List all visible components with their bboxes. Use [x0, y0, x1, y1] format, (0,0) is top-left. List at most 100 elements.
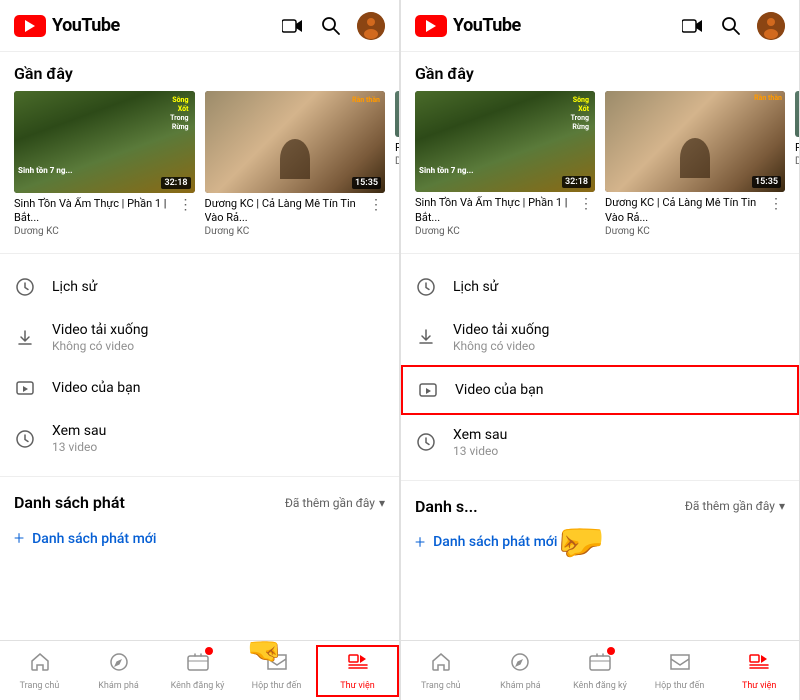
left-logo-text: YouTube: [52, 15, 120, 36]
left-camera-icon[interactable]: [281, 14, 305, 38]
right-nav-explore[interactable]: Khám phá: [481, 645, 561, 697]
right-menu-section: Lịch sử Video tải xuống Không có video: [401, 260, 799, 474]
right-video-1[interactable]: Sông Xốt Trong Rừng Sinh tồn 7 ng... 32:…: [415, 91, 595, 237]
right-download-text: Video tải xuống Không có video: [453, 322, 785, 353]
left-menu-history[interactable]: Lịch sử: [0, 264, 399, 310]
left-bottom-nav: Trang chủ Khám phá Kênh đăng ký: [0, 640, 399, 700]
left-recent-title: Gần đây: [0, 52, 399, 91]
left-nav-inbox[interactable]: Hộp thư đến 🤜: [237, 645, 316, 697]
right-playlist-title: Danh s...: [415, 497, 478, 516]
left-your-videos-icon: [14, 377, 36, 399]
left-avatar[interactable]: [357, 12, 385, 40]
right-menu-history[interactable]: Lịch sử: [401, 264, 799, 310]
left-nav-home[interactable]: Trang chủ: [0, 645, 79, 697]
right-video-2[interactable]: Rần thần 15:35 Dương KC | Cả Làng Mê Tín…: [605, 91, 785, 237]
right-download-icon: [415, 326, 437, 348]
right-nav-library[interactable]: Thư viện: [719, 645, 799, 697]
left-watch-later-icon: [14, 428, 36, 450]
right-menu-your-videos[interactable]: Video của bạn: [401, 365, 799, 415]
right-video3-title: Ph...: [795, 141, 799, 155]
left-playlist-sort[interactable]: Đã thêm gần đây ▾: [285, 496, 385, 510]
left-subscriptions-icon: [187, 651, 209, 678]
left-menu-download[interactable]: Video tải xuống Không có video: [0, 310, 399, 365]
right-video2-title: Dương KC | Cả Làng Mê Tín Tin Vào Rả...: [605, 196, 767, 225]
right-home-icon: [430, 651, 452, 678]
left-logo: YouTube: [14, 15, 120, 37]
left-download-icon: [14, 327, 36, 349]
right-inbox-icon: [669, 651, 691, 678]
right-video2-duration: 15:35: [752, 176, 781, 188]
right-camera-icon[interactable]: [681, 14, 705, 38]
left-nav-library[interactable]: Thư viện: [316, 645, 399, 697]
left-watch-later-text: Xem sau 13 video: [52, 423, 385, 454]
left-nav-inbox-label: Hộp thư đến: [252, 681, 302, 691]
left-logo-icon: [14, 15, 46, 37]
right-logo-text: YouTube: [453, 15, 521, 36]
left-nav-subscriptions[interactable]: Kênh đăng ký: [158, 645, 237, 697]
right-nav-home[interactable]: Trang chủ: [401, 645, 481, 697]
left-video-2[interactable]: Rần thần Rần thần 15:35 Dươ: [205, 91, 386, 237]
right-playlist-sort[interactable]: Đã thêm gần đây ▾: [685, 499, 785, 513]
left-nav-explore[interactable]: Khám phá: [79, 645, 158, 697]
right-header: YouTube: [401, 0, 799, 52]
right-playlist-header: Danh s... Đã thêm gần đây ▾: [401, 487, 799, 524]
right-video-3[interactable]: Chau Dũng Bắt Ph... Duro: [795, 91, 799, 237]
right-menu-watch-later[interactable]: Xem sau 13 video: [401, 415, 799, 470]
right-menu-download[interactable]: Video tải xuống Không có video: [401, 310, 799, 365]
right-nav-subscriptions[interactable]: Kênh đăng ký: [560, 645, 640, 697]
right-your-videos-text: Video của bạn: [455, 382, 783, 398]
left-video2-title: Dương KC | Cả Làng Mê Tín Tin Vào Rả...: [205, 197, 368, 226]
right-nav-inbox[interactable]: Hộp thư đến: [640, 645, 720, 697]
right-playlist-new[interactable]: + Danh sách phát mới: [401, 524, 799, 569]
left-nav-explore-label: Khám phá: [98, 681, 139, 691]
right-search-icon[interactable]: [719, 14, 743, 38]
left-menu-watch-later[interactable]: Xem sau 13 video: [0, 411, 399, 466]
left-nav-subscriptions-label: Kênh đăng ký: [171, 681, 225, 691]
left-inbox-icon: [266, 651, 288, 678]
left-header: YouTube: [0, 0, 399, 52]
left-video-3[interactable]: Chau Dũng Bắt Ph... Duro: [395, 91, 399, 237]
left-header-icons: [281, 12, 385, 40]
left-home-icon: [29, 651, 51, 678]
right-videos-row: Sông Xốt Trong Rừng Sinh tồn 7 ng... 32:…: [401, 91, 799, 247]
right-subscriptions-icon: [589, 651, 611, 678]
right-nav-subscriptions-label: Kênh đăng ký: [573, 681, 627, 691]
right-explore-icon: [509, 651, 531, 678]
right-panel: YouTube: [400, 0, 800, 700]
left-search-icon[interactable]: [319, 14, 343, 38]
left-menu-section: Lịch sử Video tải xuống Không có video: [0, 260, 399, 470]
right-logo: YouTube: [415, 15, 521, 37]
right-video1-menu[interactable]: ⋮: [577, 196, 595, 237]
right-plus-icon: +: [415, 532, 425, 553]
left-explore-icon: [108, 651, 130, 678]
left-playlist-new[interactable]: + Danh sách phát mới: [0, 520, 399, 565]
right-watch-later-text: Xem sau 13 video: [453, 427, 785, 458]
left-content: Gần đây Sông Xốt Trong Rừng Sinh tồn 7 n…: [0, 52, 399, 700]
right-video2-menu[interactable]: ⋮: [767, 196, 785, 237]
left-library-icon: [347, 651, 369, 678]
left-video1-duration: 32:18: [161, 177, 190, 189]
left-panel: YouTube: [0, 0, 400, 700]
left-video1-title: Sinh Tồn Và Ẩm Thực | Phần 1 | Bắt...: [14, 197, 177, 226]
left-menu-your-videos[interactable]: Video của bạn: [0, 365, 399, 411]
left-history-icon: [14, 276, 36, 298]
right-avatar[interactable]: [757, 12, 785, 40]
left-nav-home-label: Trang chủ: [20, 681, 60, 691]
left-video1-menu[interactable]: ⋮: [177, 197, 195, 238]
left-playlist-new-text: Danh sách phát mới: [32, 531, 156, 547]
right-recent-title: Gần đây: [401, 52, 799, 91]
right-header-icons: [681, 12, 785, 40]
right-video2-channel: Dương KC: [605, 226, 767, 237]
right-logo-icon: [415, 15, 447, 37]
left-playlist-title: Danh sách phát: [14, 493, 125, 512]
right-library-icon: [748, 651, 770, 678]
right-nav-home-label: Trang chủ: [421, 681, 461, 691]
left-video2-duration: 15:35: [352, 177, 381, 189]
right-history-text: Lịch sử: [453, 279, 785, 295]
right-playlist-new-text: Danh sách phát mới: [433, 534, 557, 550]
left-video-1[interactable]: Sông Xốt Trong Rừng Sinh tồn 7 ng... 32:…: [14, 91, 195, 237]
right-content: Gần đây Sông Xốt Trong Rừng Sinh tồn 7 n…: [401, 52, 799, 700]
left-video2-menu[interactable]: ⋮: [367, 197, 385, 238]
right-nav-explore-label: Khám phá: [500, 681, 541, 691]
right-your-videos-icon: [417, 379, 439, 401]
